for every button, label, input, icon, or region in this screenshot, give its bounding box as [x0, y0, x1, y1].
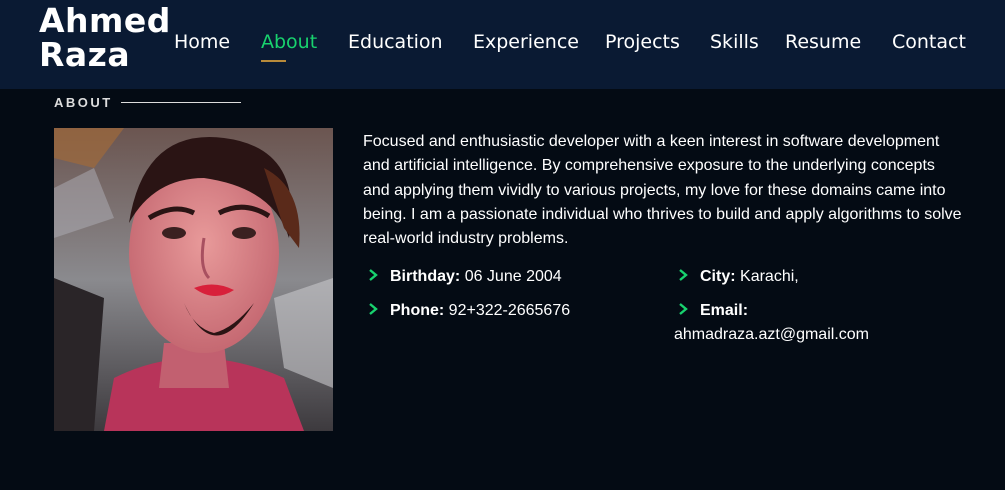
email-value[interactable]: ahmadraza.azt@gmail.com	[674, 323, 869, 347]
chevron-right-icon	[679, 303, 688, 315]
nav-about[interactable]: About	[261, 31, 317, 53]
chevron-right-icon	[369, 303, 378, 315]
city-value: Karachi,	[740, 268, 799, 285]
nav-home[interactable]: Home	[174, 31, 230, 53]
phone-value: 92+322-2665676	[448, 302, 571, 319]
birthday-row: Birthday: 06 June 2004	[390, 265, 562, 289]
nav-skills[interactable]: Skills	[710, 31, 759, 53]
nav-projects[interactable]: Projects	[605, 31, 680, 53]
nav-contact[interactable]: Contact	[892, 31, 966, 53]
email-label: Email:	[700, 302, 749, 319]
nav-education[interactable]: Education	[348, 31, 443, 53]
birthday-label: Birthday:	[390, 268, 461, 285]
logo-last-name: Raza	[39, 35, 131, 74]
phone-label: Phone:	[390, 302, 445, 319]
site-logo[interactable]: Ahmed Raza	[39, 4, 171, 72]
logo-first-name: Ahmed	[39, 1, 171, 40]
city-row: City: Karachi,	[700, 265, 799, 289]
about-bio: Focused and enthusiastic developer with …	[363, 133, 962, 248]
email-label-row: Email:	[700, 299, 748, 323]
birthday-value: 06 June 2004	[464, 268, 562, 285]
site-header: Ahmed Raza Home About Education Experien…	[0, 0, 1005, 89]
nav-experience[interactable]: Experience	[473, 31, 579, 53]
section-title-line	[121, 102, 241, 103]
active-nav-indicator	[261, 60, 286, 62]
phone-row: Phone: 92+322-2665676	[390, 299, 570, 323]
nav-resume[interactable]: Resume	[785, 31, 861, 53]
section-title: ABOUT	[54, 95, 113, 110]
chevron-right-icon	[369, 269, 378, 281]
profile-photo	[54, 128, 333, 431]
city-label: City:	[700, 268, 736, 285]
chevron-right-icon	[679, 269, 688, 281]
